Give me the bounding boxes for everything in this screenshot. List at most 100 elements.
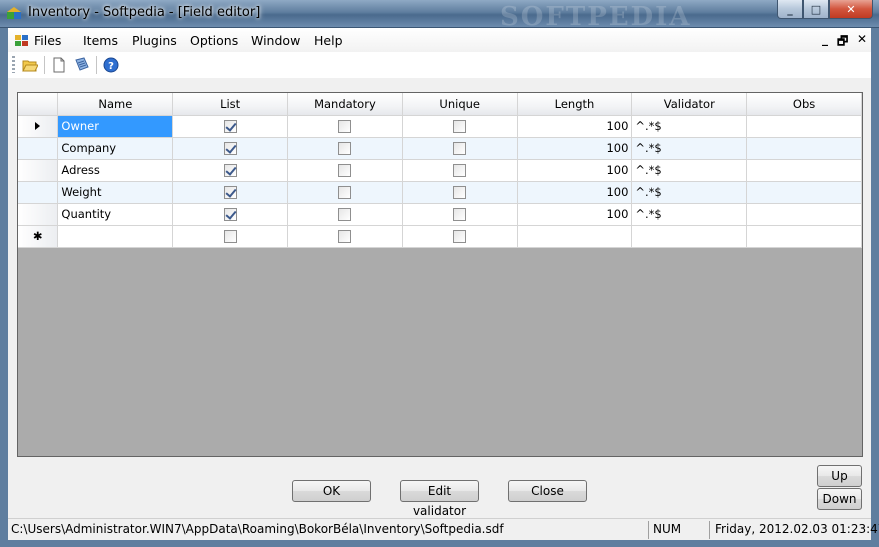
cell-obs[interactable]: [746, 181, 862, 204]
row-header[interactable]: [18, 159, 59, 182]
table-row[interactable]: Weight 100 ^.*$: [18, 181, 862, 204]
menu-options[interactable]: Options: [190, 33, 238, 48]
cell-length[interactable]: 100: [517, 115, 633, 138]
list-checkbox[interactable]: [223, 230, 237, 243]
cell-mandatory[interactable]: [287, 137, 403, 160]
list-checkbox[interactable]: [223, 186, 237, 199]
column-header-validator[interactable]: Validator: [631, 93, 748, 116]
mdi-child-icon[interactable]: [14, 32, 30, 48]
list-checkbox[interactable]: [223, 120, 237, 133]
cell-unique[interactable]: [402, 115, 518, 138]
toolbar-grip[interactable]: [12, 56, 15, 73]
cell-mandatory[interactable]: [287, 115, 403, 138]
help-button[interactable]: ?: [101, 55, 121, 75]
cell-name[interactable]: Owner: [57, 115, 174, 138]
row-header[interactable]: [18, 137, 59, 160]
cell-name[interactable]: [57, 225, 174, 248]
mdi-restore-button[interactable]: 🗗: [837, 32, 848, 53]
cell-validator[interactable]: ^.*$: [631, 137, 748, 160]
row-header[interactable]: [18, 203, 59, 226]
column-header-length[interactable]: Length: [517, 93, 633, 116]
table-row[interactable]: Owner 100 ^.*$: [18, 115, 862, 138]
cell-list[interactable]: [172, 225, 288, 248]
unique-checkbox[interactable]: [453, 208, 467, 221]
close-window-button[interactable]: ✕: [829, 0, 873, 19]
column-header-unique[interactable]: Unique: [402, 93, 518, 116]
row-header[interactable]: [18, 115, 59, 138]
cell-list[interactable]: [172, 203, 288, 226]
list-checkbox[interactable]: [223, 164, 237, 177]
cell-list[interactable]: [172, 137, 288, 160]
cell-length[interactable]: 100: [517, 159, 633, 182]
cell-obs[interactable]: [746, 159, 862, 182]
mandatory-checkbox[interactable]: [338, 186, 352, 199]
unique-checkbox[interactable]: [453, 142, 467, 155]
menu-items[interactable]: Items: [83, 33, 118, 48]
mandatory-checkbox[interactable]: [338, 120, 352, 133]
cell-list[interactable]: [172, 181, 288, 204]
cell-validator[interactable]: ^.*$: [631, 115, 748, 138]
up-button[interactable]: Up: [817, 465, 862, 487]
cell-unique[interactable]: [402, 137, 518, 160]
cell-name[interactable]: Weight: [57, 181, 174, 204]
cell-validator[interactable]: ^.*$: [631, 203, 748, 226]
ok-button[interactable]: OK: [292, 480, 371, 502]
mandatory-checkbox[interactable]: [338, 164, 352, 177]
list-checkbox[interactable]: [223, 208, 237, 221]
cell-list[interactable]: [172, 159, 288, 182]
field-grid[interactable]: Name List Mandatory Unique Length Valida…: [17, 92, 863, 457]
cell-length[interactable]: 100: [517, 137, 633, 160]
mandatory-checkbox[interactable]: [338, 142, 352, 155]
cell-obs[interactable]: [746, 115, 862, 138]
cell-unique[interactable]: [402, 159, 518, 182]
maximize-button[interactable]: □: [803, 0, 829, 19]
mandatory-checkbox[interactable]: [338, 230, 352, 243]
cell-length[interactable]: 100: [517, 181, 633, 204]
column-header-name[interactable]: Name: [57, 93, 174, 116]
cell-mandatory[interactable]: [287, 203, 403, 226]
cell-unique[interactable]: [402, 181, 518, 204]
table-row[interactable]: Company 100 ^.*$: [18, 137, 862, 160]
mandatory-checkbox[interactable]: [338, 208, 352, 221]
new-row-marker[interactable]: ✱: [18, 225, 59, 248]
row-header[interactable]: [18, 181, 59, 204]
cell-obs[interactable]: [746, 137, 862, 160]
cell-list[interactable]: [172, 115, 288, 138]
cell-obs[interactable]: [746, 203, 862, 226]
new-button[interactable]: [49, 55, 69, 75]
down-button[interactable]: Down: [817, 488, 862, 510]
close-button[interactable]: Close: [508, 480, 587, 502]
column-header-obs[interactable]: Obs: [746, 93, 862, 116]
list-checkbox[interactable]: [223, 142, 237, 155]
corner-header[interactable]: [18, 93, 59, 116]
cell-mandatory[interactable]: [287, 159, 403, 182]
cell-name[interactable]: Company: [57, 137, 174, 160]
menu-help[interactable]: Help: [314, 33, 343, 48]
mdi-minimize-button[interactable]: _: [822, 32, 828, 46]
open-button[interactable]: [20, 55, 40, 75]
cell-unique[interactable]: [402, 203, 518, 226]
unique-checkbox[interactable]: [453, 164, 467, 177]
unique-checkbox[interactable]: [453, 120, 467, 133]
new-row[interactable]: ✱: [18, 225, 862, 248]
edit-validator-button[interactable]: Edit validator: [400, 480, 479, 518]
cell-name[interactable]: Adress: [57, 159, 174, 182]
column-header-list[interactable]: List: [172, 93, 288, 116]
table-row[interactable]: Quantity 100 ^.*$: [18, 203, 862, 226]
menu-files[interactable]: Files: [34, 33, 61, 48]
cell-length[interactable]: [517, 225, 633, 248]
mdi-close-button[interactable]: ✕: [857, 32, 867, 46]
cell-validator[interactable]: [631, 225, 748, 248]
cell-validator[interactable]: ^.*$: [631, 159, 748, 182]
cell-mandatory[interactable]: [287, 225, 403, 248]
column-header-mandatory[interactable]: Mandatory: [287, 93, 403, 116]
minimize-button[interactable]: _: [777, 0, 803, 19]
cell-validator[interactable]: ^.*$: [631, 181, 748, 204]
cell-unique[interactable]: [402, 225, 518, 248]
cell-mandatory[interactable]: [287, 181, 403, 204]
cell-name[interactable]: Quantity: [57, 203, 174, 226]
database-button[interactable]: [72, 55, 92, 75]
menu-window[interactable]: Window: [251, 33, 300, 48]
cell-length[interactable]: 100: [517, 203, 633, 226]
menu-plugins[interactable]: Plugins: [132, 33, 177, 48]
